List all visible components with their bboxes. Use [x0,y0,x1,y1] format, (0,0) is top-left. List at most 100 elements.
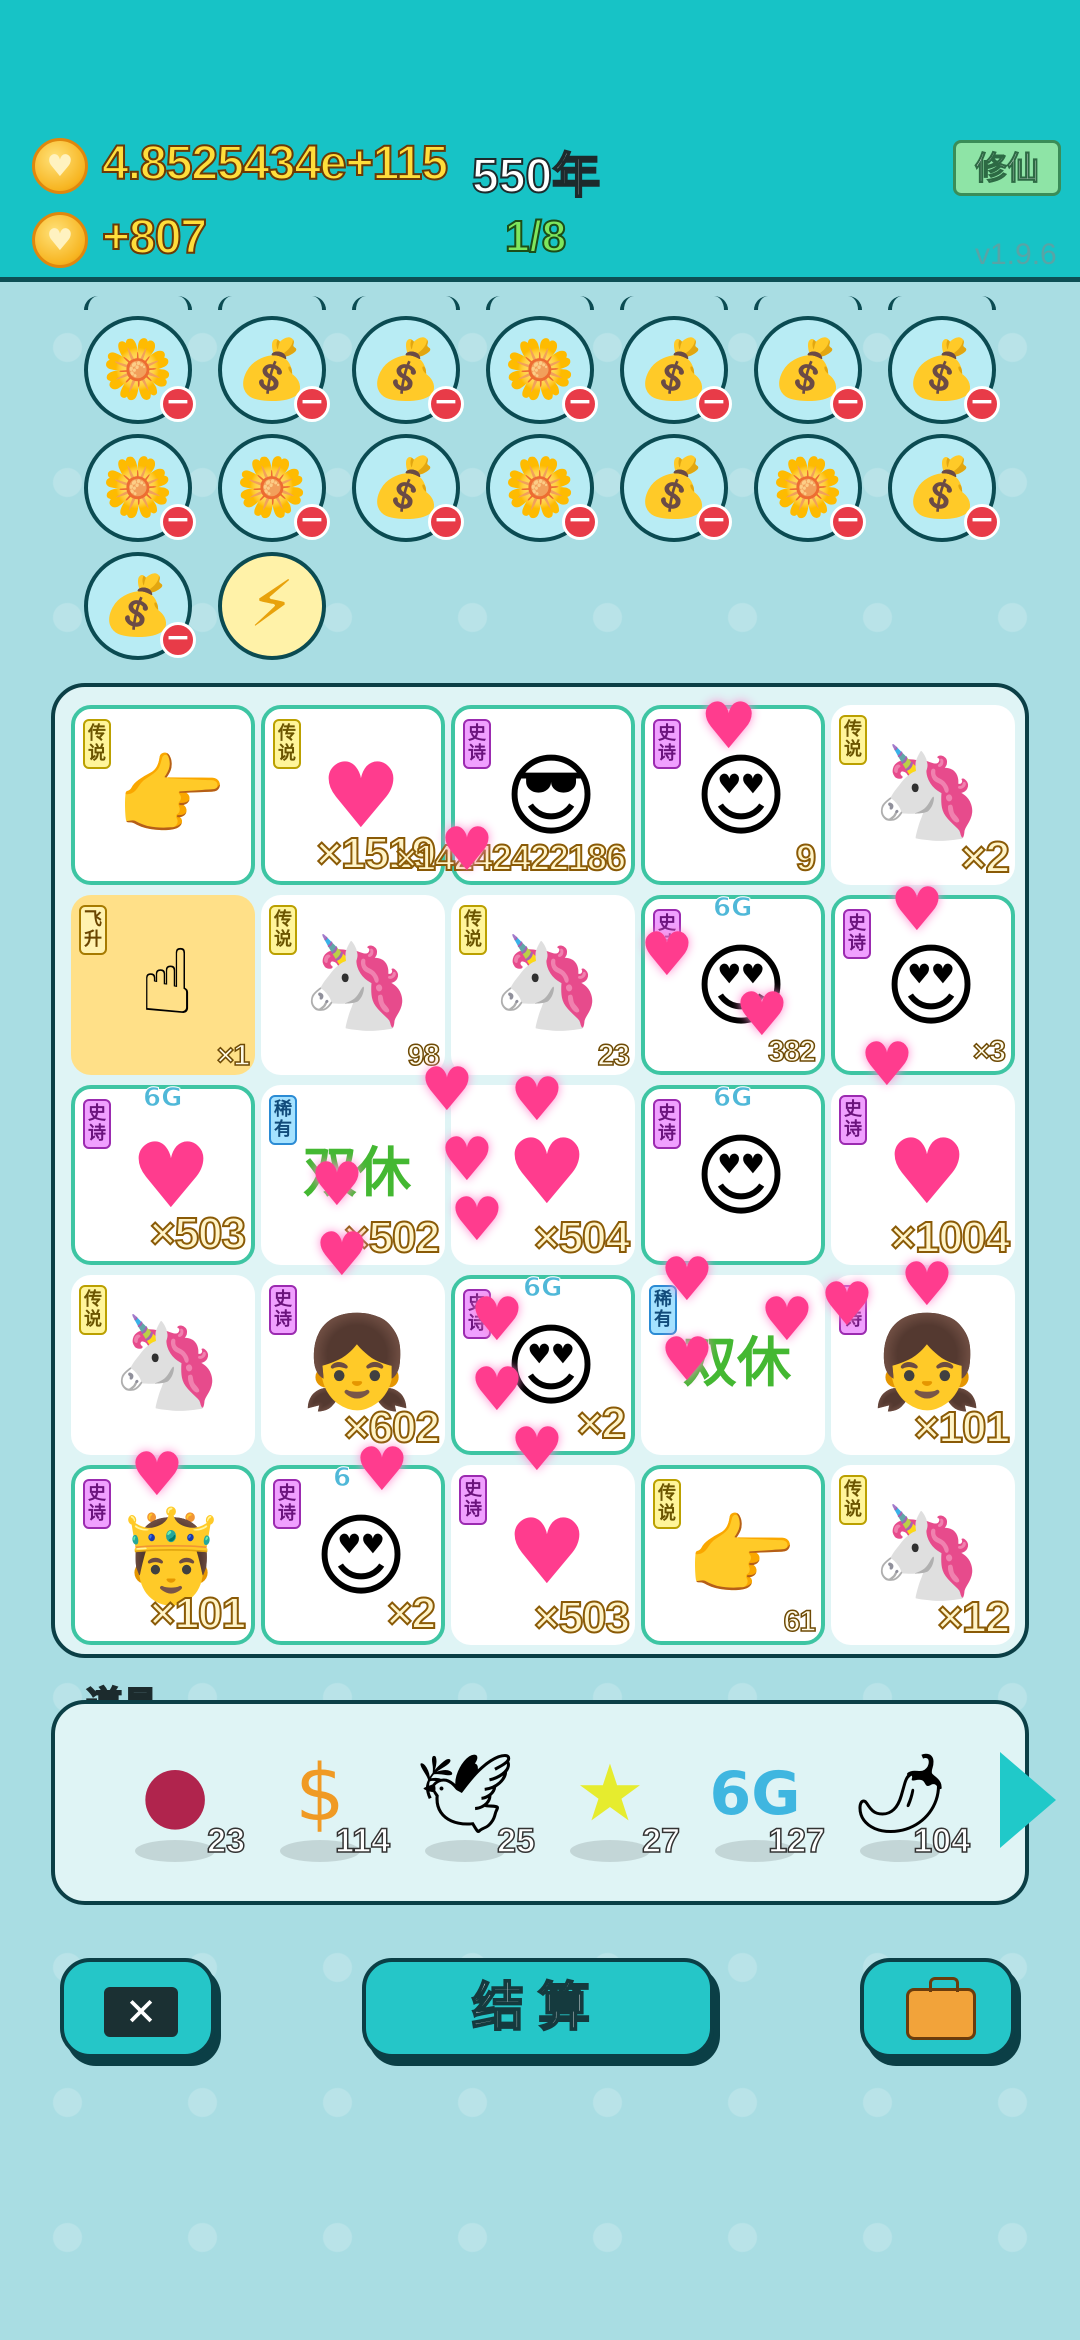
settle-button[interactable]: 结算 [362,1958,714,2058]
buff-flower-pot[interactable]: 🌼 − [754,434,866,542]
item-slot[interactable]: 🌶 104 [830,1744,971,1874]
rarity-tag: 史诗 [653,719,681,769]
item-count: 127 [768,1821,826,1861]
board-cell[interactable]: 史诗 😍 9 [641,705,825,885]
board-cell[interactable]: 6 史诗 😍 ×2 [261,1463,445,1645]
board-cell[interactable]: 史诗 ♥ ×1004 [831,1085,1015,1265]
lightning-icon: ⚡ [249,568,295,642]
board-cell[interactable]: ♥ ×504 [451,1085,635,1265]
rarity-tag: 传说 [653,1479,681,1529]
remove-icon[interactable]: − [830,504,866,540]
board-cell[interactable]: 史诗 ♥ ×503 [451,1465,635,1645]
buff-slot-partial [888,296,996,310]
cell-count: ×2 [960,832,1011,883]
item-count: 27 [641,1821,680,1861]
remove-icon[interactable]: − [160,622,196,658]
remove-icon[interactable]: − [964,386,1000,422]
board-cell[interactable]: 6G 史诗 ♥ ×503 [71,1083,255,1265]
balance-value: 4.8525434e+115 [101,136,449,191]
rarity-tag: 传说 [839,1475,867,1525]
next-page-arrow-icon[interactable] [1000,1752,1056,1848]
merge-board: 传说 👉 传说 ♥ ×1519 史诗 😎 ×14242422186 史诗 😍 9… [51,683,1029,1658]
rarity-tag: 史诗 [459,1475,487,1525]
item-slot[interactable]: ● 23 [105,1744,246,1874]
heart-eyes-face-icon: 😍 [694,934,788,1039]
board-cell[interactable]: 稀有 双休 [641,1275,825,1455]
bag-button[interactable] [860,1958,1015,2058]
remove-icon[interactable]: − [562,504,598,540]
item-slot[interactable]: ★ 27 [540,1744,681,1874]
buff-slot-partial [218,296,326,310]
remove-icon[interactable]: − [964,504,1000,540]
buff-money-bag[interactable]: 💰 − [620,316,732,424]
board-cell[interactable]: 史诗 👧 ×602 [261,1275,445,1455]
buff-money-bag[interactable]: 💰 − [620,434,732,542]
pointing-hand-icon: 👉 [114,744,228,849]
buff-money-bag[interactable]: 💰 − [888,316,1000,424]
remove-icon[interactable]: − [428,386,464,422]
board-cell[interactable]: 史诗 😎 ×14242422186 [395,705,635,885]
buff-slot-partial [352,296,460,310]
buff-lightning[interactable]: ⚡ [218,552,326,660]
cell-count: 98 [407,1038,441,1073]
buff-money-bag[interactable]: 💰 − [84,552,196,660]
board-cell[interactable]: 传说 🦄 98 [261,895,445,1075]
cell-count: ×1 [216,1038,251,1073]
cell-count: 61 [783,1604,817,1639]
buff-flower-pot[interactable]: 🌼 − [84,434,196,542]
board-cell[interactable]: 传说 🦄 [71,1275,255,1455]
buff-flower-pot[interactable]: 🌼 − [486,434,598,542]
board-cell[interactable]: 传说 🦄 23 [451,895,635,1075]
rarity-tag: 史诗 [463,1289,491,1339]
board-cell[interactable]: 6G 史诗 😍 ×2 [451,1273,635,1455]
buff-flower-pot[interactable]: 🌼 − [218,434,330,542]
board-cell[interactable]: 6G 史诗 😍 [641,1083,825,1265]
buff-money-bag[interactable]: 💰 − [218,316,330,424]
remove-icon[interactable]: − [696,386,732,422]
rarity-tag: 史诗 [839,1285,867,1335]
item-slot[interactable]: 6G 127 [685,1744,826,1874]
buff-money-bag[interactable]: 💰 − [888,434,1000,542]
remove-icon[interactable]: − [294,504,330,540]
item-slot[interactable]: $ 114 [250,1744,391,1874]
board-cell[interactable]: 稀有 双休 ×502 [261,1085,445,1265]
item-slot[interactable]: 🕊 25 [395,1744,536,1874]
remove-icon[interactable]: − [428,504,464,540]
buff-flower-pot[interactable]: 🌼 − [84,316,196,424]
board-cell[interactable]: 史诗 👧 ×101 [831,1275,1015,1455]
buff-money-bag[interactable]: 💰 − [352,434,464,542]
board-cell[interactable]: 传说 🦄 ×12 [831,1465,1015,1645]
cell-count: ×2 [576,1398,627,1449]
cell-count: ×502 [343,1212,441,1263]
remove-icon[interactable]: − [160,504,196,540]
remove-icon[interactable]: − [562,386,598,422]
remove-icon[interactable]: − [696,504,732,540]
board-cell[interactable]: 史诗 🤴 ×101 [71,1465,255,1645]
cell-count: ×101 [149,1588,247,1639]
unicorn-icon: 🦄 [490,930,604,1035]
unicorn-icon: 🦄 [300,930,414,1035]
buff-money-bag[interactable]: 💰 − [352,316,464,424]
heart-eyes-face-icon: 😍 [694,744,788,849]
rarity-tag: 传说 [83,719,111,769]
cell-count: ×503 [533,1592,631,1643]
rarity-tag: 史诗 [269,1285,297,1335]
remove-icon[interactable]: − [294,386,330,422]
remove-icon[interactable]: − [160,386,196,422]
board-cell[interactable]: 传说 👉 [71,705,255,885]
buff-flower-pot[interactable]: 🌼 − [486,316,598,424]
close-button[interactable]: ✕ [60,1958,215,2058]
cultivate-button[interactable]: 修仙 [953,140,1061,196]
board-cell[interactable]: 传说 👉 61 [641,1465,825,1645]
board-cell[interactable]: 6G 史诗 😍 382 [641,893,825,1075]
buff-slot-partial [754,296,862,310]
buff-money-bag[interactable]: 💰 − [754,316,866,424]
rarity-tag: 史诗 [83,1099,111,1149]
buff-slot-partial [486,296,594,310]
remove-icon[interactable]: − [830,386,866,422]
board-cell[interactable]: 史诗 😍 ×3 [831,895,1015,1075]
board-cell[interactable]: 传说 🦄 ×2 [831,705,1015,885]
rarity-tag: 史诗 [463,719,491,769]
board-cell[interactable]: 飞升 ☝ ×1 [71,895,255,1075]
rarity-tag: 稀有 [269,1095,297,1145]
